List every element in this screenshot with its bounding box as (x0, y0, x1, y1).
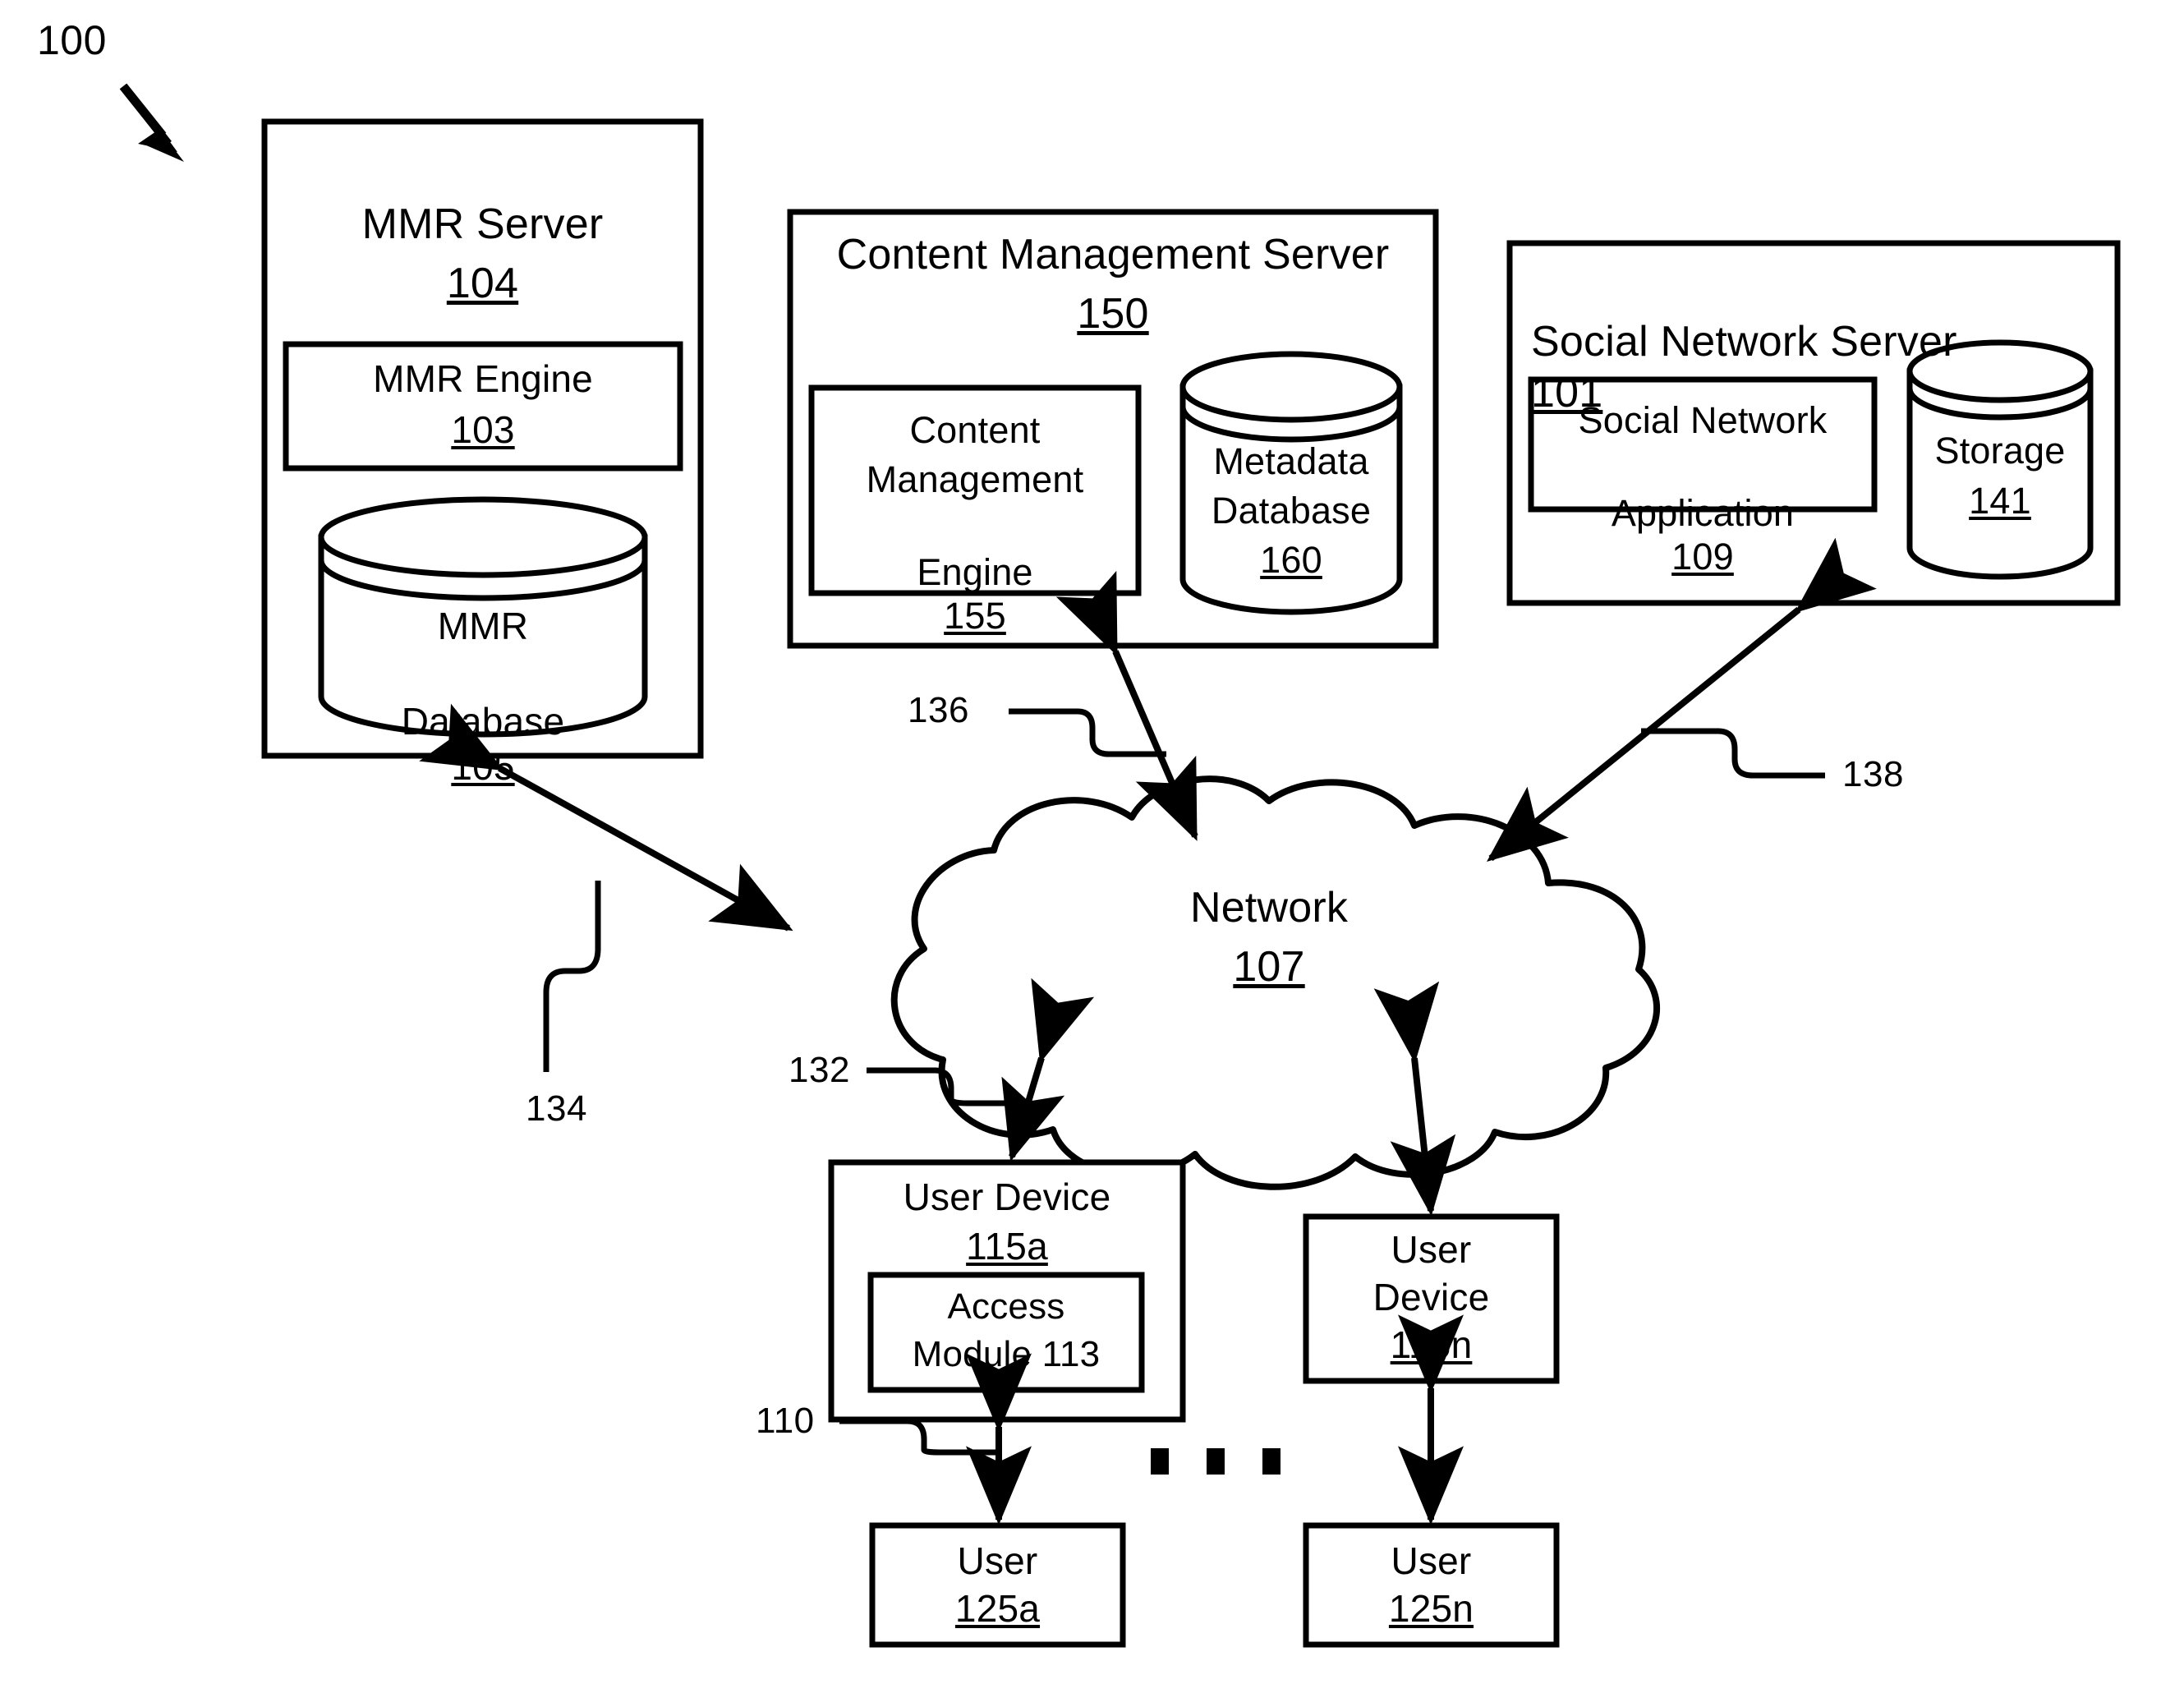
social-network-application-line2: Application 109 (1531, 448, 1874, 578)
user-device-n-line2: Device (1372, 1276, 1490, 1318)
connector-ref-136: 136 (908, 690, 969, 730)
mmr-database-name2: Database (401, 700, 565, 743)
connector-134 (419, 703, 793, 1072)
social-network-application-name2: Application (1611, 492, 1795, 535)
user-device-n-ref: 115n (1390, 1323, 1473, 1366)
content-management-engine-line3: Engine 155 (812, 507, 1138, 637)
figure-ref-arrow (119, 83, 184, 162)
storage-ref: 141 (1969, 480, 2031, 522)
connector-ref-134: 134 (526, 1088, 587, 1129)
social-network-server-title: Social Network Server 101 (1531, 267, 2098, 418)
storage-title: Storage (1934, 430, 2066, 472)
connector-110 (839, 1353, 1032, 1525)
metadata-database-line2: Database (1211, 490, 1372, 531)
diagram-canvas: 100 MMR Server 104 MMR Engine 103 MMR Da… (0, 0, 2184, 1684)
content-management-engine-name3: Engine (917, 551, 1033, 594)
content-management-engine-ref: 155 (944, 595, 1006, 637)
network-title: Network (1189, 884, 1349, 932)
content-management-engine-line2: Management (866, 458, 1084, 500)
user-device-a-title: User Device (903, 1176, 1111, 1218)
social-network-application-ref: 109 (1671, 536, 1734, 578)
content-management-engine-line1: Content (909, 409, 1041, 451)
metadata-database-line1: Metadata (1213, 440, 1369, 482)
connector-ref-110: 110 (756, 1401, 815, 1441)
user-n-title: User (1391, 1539, 1472, 1582)
mmr-database-subtitle: Database 105 (321, 655, 645, 789)
user-device-a-ref: 115a (966, 1225, 1048, 1268)
ellipsis-dots (1151, 1448, 1281, 1475)
content-management-server-title: Content Management Server (836, 231, 1390, 278)
user-a-ref: 125a (954, 1587, 1041, 1630)
user-n-ref: 125n (1388, 1587, 1474, 1630)
mmr-server-title: MMR Server (361, 200, 604, 248)
connector-ref-138: 138 (1842, 754, 1904, 794)
access-module-line1: Access (947, 1286, 1065, 1327)
connector-ref-132: 132 (789, 1050, 850, 1090)
social-network-server-name: Social Network Server (1531, 318, 1957, 366)
network-ref: 107 (1233, 943, 1305, 991)
mmr-database-title: MMR (437, 605, 529, 647)
metadata-database-ref: 160 (1260, 539, 1322, 581)
user-device-n-line1: User (1391, 1228, 1472, 1271)
user-a-title: User (957, 1539, 1038, 1582)
mmr-engine-ref: 103 (451, 408, 515, 451)
mmr-engine-title: MMR Engine (373, 357, 593, 400)
connector-138 (1487, 537, 1877, 863)
mmr-database-ref: 105 (451, 744, 515, 788)
social-network-application-line1: Social Network (1578, 399, 1828, 441)
mmr-server-ref: 104 (446, 260, 519, 307)
access-module-line2: Module 113 (912, 1334, 1101, 1374)
figure-ref-label: 100 (37, 17, 107, 63)
content-management-server-ref: 150 (1077, 290, 1149, 338)
